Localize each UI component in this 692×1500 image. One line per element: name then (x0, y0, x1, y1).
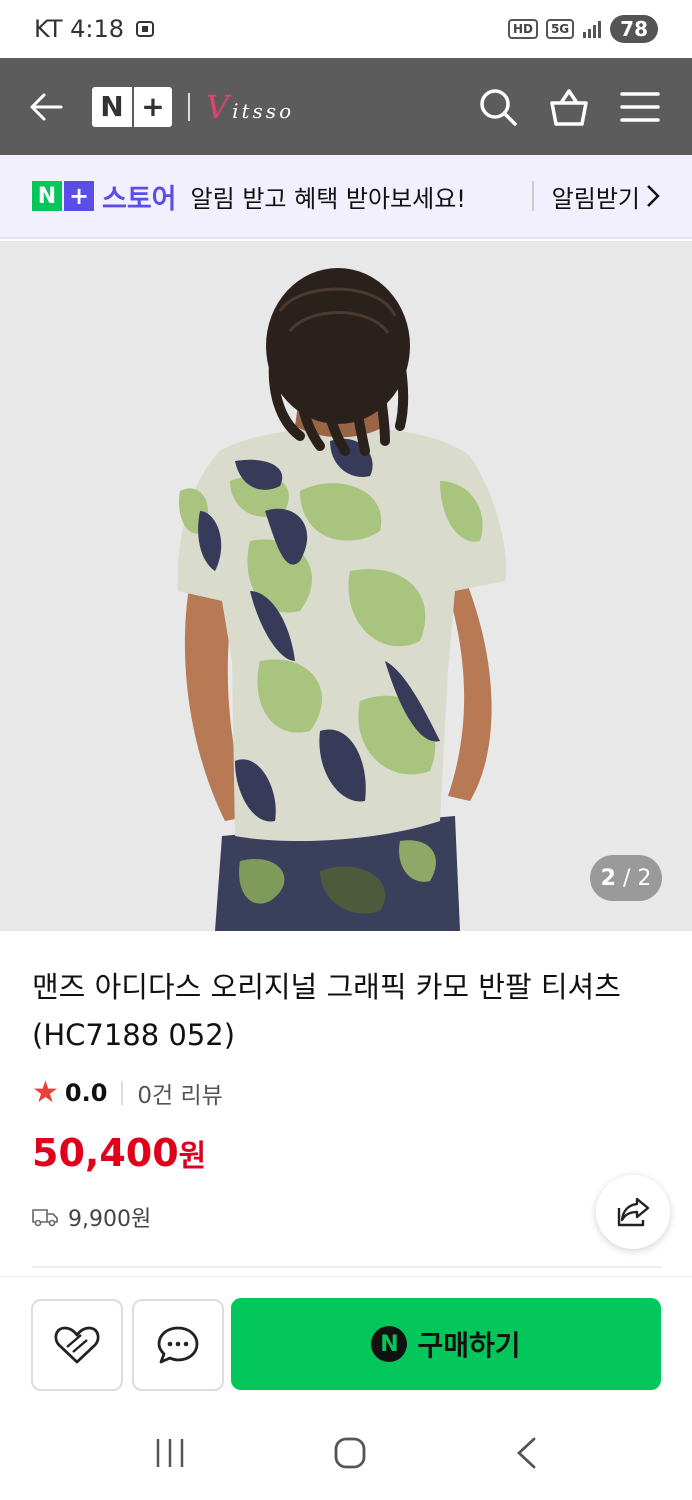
brand-initial: V (206, 87, 233, 126)
battery-indicator: 78 (610, 15, 658, 43)
carrier-time: KT 4:18 (34, 15, 125, 43)
chevron-right-icon (647, 185, 660, 207)
buy-button[interactable]: N 구매하기 (231, 1298, 661, 1390)
notification-promo-banner[interactable]: N + 스토어 알림 받고 혜택 받아보세요! 알림받기 (0, 155, 692, 239)
npay-icon: N (371, 1326, 408, 1362)
back-button[interactable] (0, 58, 92, 155)
nplus-logo[interactable]: N + (92, 86, 172, 127)
star-icon: ★ (32, 1075, 59, 1110)
promo-logo-plus: + (64, 181, 94, 211)
notification-subscribe-link[interactable]: 알림받기 (552, 179, 660, 214)
price-unit: 원 (178, 1139, 207, 1174)
chat-bubble-icon (157, 1326, 199, 1364)
product-photo (177, 268, 507, 931)
nplus-store-logo: N + 스토어 (32, 177, 177, 216)
back-nav-icon[interactable] (514, 1436, 538, 1470)
image-counter-current: 2 (600, 865, 616, 891)
product-info: 맨즈 아디다스 오리지널 그래픽 카모 반팔 티셔츠 (HC7188 052) … (0, 931, 692, 1271)
promo-store-label: 스토어 (102, 183, 177, 215)
image-counter: 2 / 2 (590, 855, 662, 901)
signal-icon (583, 21, 602, 38)
bottom-action-bar: N 구매하기 (0, 1276, 692, 1406)
price: 50,400 원 (32, 1131, 206, 1175)
search-icon[interactable] (478, 87, 518, 127)
logo-plus: + (132, 86, 172, 127)
product-title: 맨즈 아디다스 오리지널 그래픽 카모 반팔 티셔츠 (HC7188 052) (32, 970, 621, 1052)
delivery-truck-icon (32, 1209, 58, 1227)
product-image[interactable]: 2 / 2 (0, 241, 692, 931)
notification-subscribe-label: 알림받기 (551, 184, 640, 213)
heart-icon (54, 1326, 100, 1364)
share-icon (617, 1197, 650, 1227)
recent-apps-icon[interactable] (154, 1437, 186, 1469)
share-button[interactable] (596, 1175, 670, 1249)
app-header: N + Vitsso (0, 58, 692, 155)
system-nav-bar (0, 1406, 692, 1500)
talk-talk-button[interactable] (132, 1299, 224, 1391)
status-bar: KT 4:18 HD 5G 78 (0, 0, 692, 58)
shopping-bag-icon[interactable] (548, 87, 590, 127)
promo-divider (531, 181, 534, 211)
rating-row[interactable]: ★ 0.0 0건 리뷰 (32, 1075, 223, 1110)
image-counter-total: 2 (637, 865, 652, 891)
network-badge: 5G (545, 19, 575, 39)
shipping-fee-value: 9,900원 (68, 1207, 152, 1232)
rating-divider (121, 1080, 124, 1105)
wishlist-button[interactable] (31, 1299, 123, 1391)
screenshot-icon (136, 21, 155, 37)
buy-button-label: 구매하기 (417, 1329, 521, 1362)
promo-text: 알림 받고 혜택 받아보세요! (190, 184, 466, 213)
brand-name: itsso (232, 98, 295, 123)
home-icon[interactable] (333, 1436, 367, 1470)
price-value: 50,400 (32, 1131, 179, 1175)
header-divider (188, 92, 190, 121)
menu-icon[interactable] (620, 91, 660, 123)
rating-score: 0.0 (64, 1078, 108, 1107)
hd-badge: HD (507, 19, 538, 39)
review-count: 0건 리뷰 (137, 1082, 223, 1109)
brand-logo[interactable]: Vitsso (206, 88, 294, 126)
section-divider (32, 1266, 662, 1268)
logo-n: N (100, 90, 124, 123)
arrow-left-icon (30, 93, 63, 120)
shipping-fee: 9,900원 (32, 1201, 151, 1233)
promo-logo-n: N (32, 181, 62, 211)
image-counter-sep: / (615, 865, 638, 891)
